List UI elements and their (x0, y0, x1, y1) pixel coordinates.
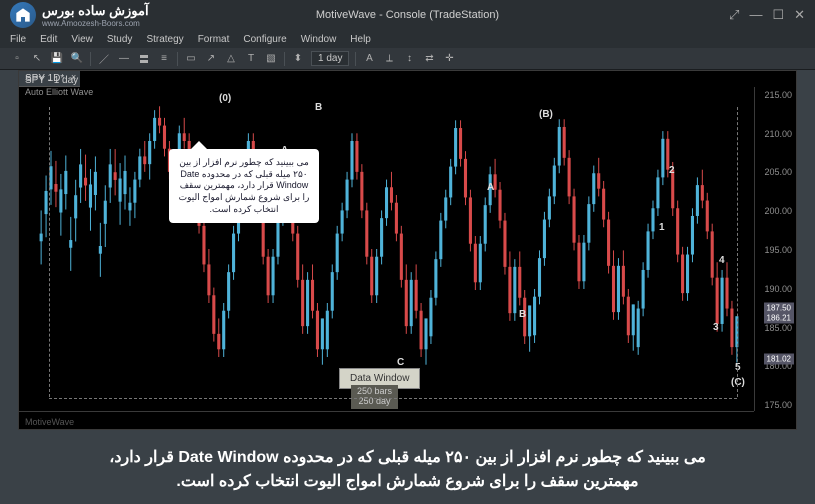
maximize-icon[interactable]: ☐ (772, 7, 784, 23)
menu-strategy[interactable]: Strategy (146, 34, 183, 45)
window-controls: ⤢ — ☐ ✕ (729, 7, 805, 23)
crosshair-icon[interactable]: ✛ (442, 52, 456, 66)
logo-subtitle: www.Amoozesh-Boors.com (42, 19, 149, 28)
fib-icon[interactable]: ≡ (157, 52, 171, 66)
palette-icon[interactable]: ▧ (264, 52, 278, 66)
caption-line-2: مهمترین سقف را برای شروع شمارش امواج الی… (20, 470, 795, 494)
range-line (49, 398, 737, 399)
arrow-icon[interactable]: ↗ (204, 52, 218, 66)
menu-edit[interactable]: Edit (40, 34, 57, 45)
menu-view[interactable]: View (71, 34, 93, 45)
range-edge-right (737, 107, 738, 397)
callout-tooltip: می ببینید که چطور نرم افزار از بین ۲۵۰ م… (169, 149, 319, 223)
rect-icon[interactable]: ▭ (184, 52, 198, 66)
x-axis[interactable]: MotiveWave (19, 411, 754, 429)
minimize-icon[interactable]: — (749, 7, 762, 23)
draw-channel-icon[interactable]: 〓 (137, 52, 151, 66)
toolbar: ▫ ↖ 💾 🔍 ／ ― 〓 ≡ ▭ ↗ △ T ▧ ⬍ 1 day A ⟂ ↕ … (0, 48, 815, 70)
window-header: آموزش ساده بورس www.Amoozesh-Boors.com M… (0, 0, 815, 30)
triangle-icon[interactable]: △ (224, 52, 238, 66)
close-icon[interactable]: ✕ (794, 7, 805, 23)
bar-type-icon[interactable]: ⬍ (291, 52, 305, 66)
menu-help[interactable]: Help (350, 34, 371, 45)
menu-bar: File Edit View Study Strategy Format Con… (0, 30, 815, 48)
cursor-icon[interactable]: ↖ (30, 52, 44, 66)
menu-configure[interactable]: Configure (243, 34, 286, 45)
draw-line-icon[interactable]: ／ (97, 52, 111, 66)
menu-file[interactable]: File (10, 34, 26, 45)
logo-icon (10, 2, 36, 28)
scale-icon[interactable]: ↕ (402, 52, 416, 66)
search-icon[interactable]: 🔍 (70, 52, 84, 66)
save-icon[interactable]: 💾 (50, 52, 64, 66)
expand-icon[interactable]: ⤢ (729, 7, 739, 23)
caption-line-1: می ببینید که چطور نرم افزار از بین ۲۵۰ م… (20, 446, 795, 470)
chart-area[interactable]: (0) A B C (A) A (B) B 1 2 3 4 5 (C) می ب… (19, 87, 754, 411)
measure-icon[interactable]: ⟂ (382, 52, 396, 66)
menu-format[interactable]: Format (198, 34, 230, 45)
candlestick-chart (19, 87, 754, 411)
site-logo: آموزش ساده بورس www.Amoozesh-Boors.com (10, 2, 149, 28)
menu-study[interactable]: Study (107, 34, 133, 45)
chart-title: SPY - 1 day (25, 75, 78, 86)
menu-window[interactable]: Window (301, 34, 337, 45)
range-edge-left (49, 107, 50, 397)
y-axis[interactable]: 175.00180.00185.00190.00195.00200.00205.… (754, 87, 796, 411)
text-icon[interactable]: T (244, 52, 258, 66)
chart-subtitle: Auto Elliott Wave (25, 87, 93, 97)
chart-container: SPY 1D* SPY - 1 day Auto Elliott Wave (0… (18, 70, 797, 430)
text-tool-icon[interactable]: A (362, 52, 376, 66)
new-icon[interactable]: ▫ (10, 52, 24, 66)
timeframe-select[interactable]: 1 day (311, 51, 349, 66)
watermark: MotiveWave (25, 417, 74, 427)
logo-title: آموزش ساده بورس (42, 3, 149, 19)
draw-hline-icon[interactable]: ― (117, 52, 131, 66)
link-icon[interactable]: ⇄ (422, 52, 436, 66)
window-title: MotiveWave - Console (TradeStation) (316, 9, 499, 21)
caption: می ببینید که چطور نرم افزار از بین ۲۵۰ م… (0, 446, 815, 494)
